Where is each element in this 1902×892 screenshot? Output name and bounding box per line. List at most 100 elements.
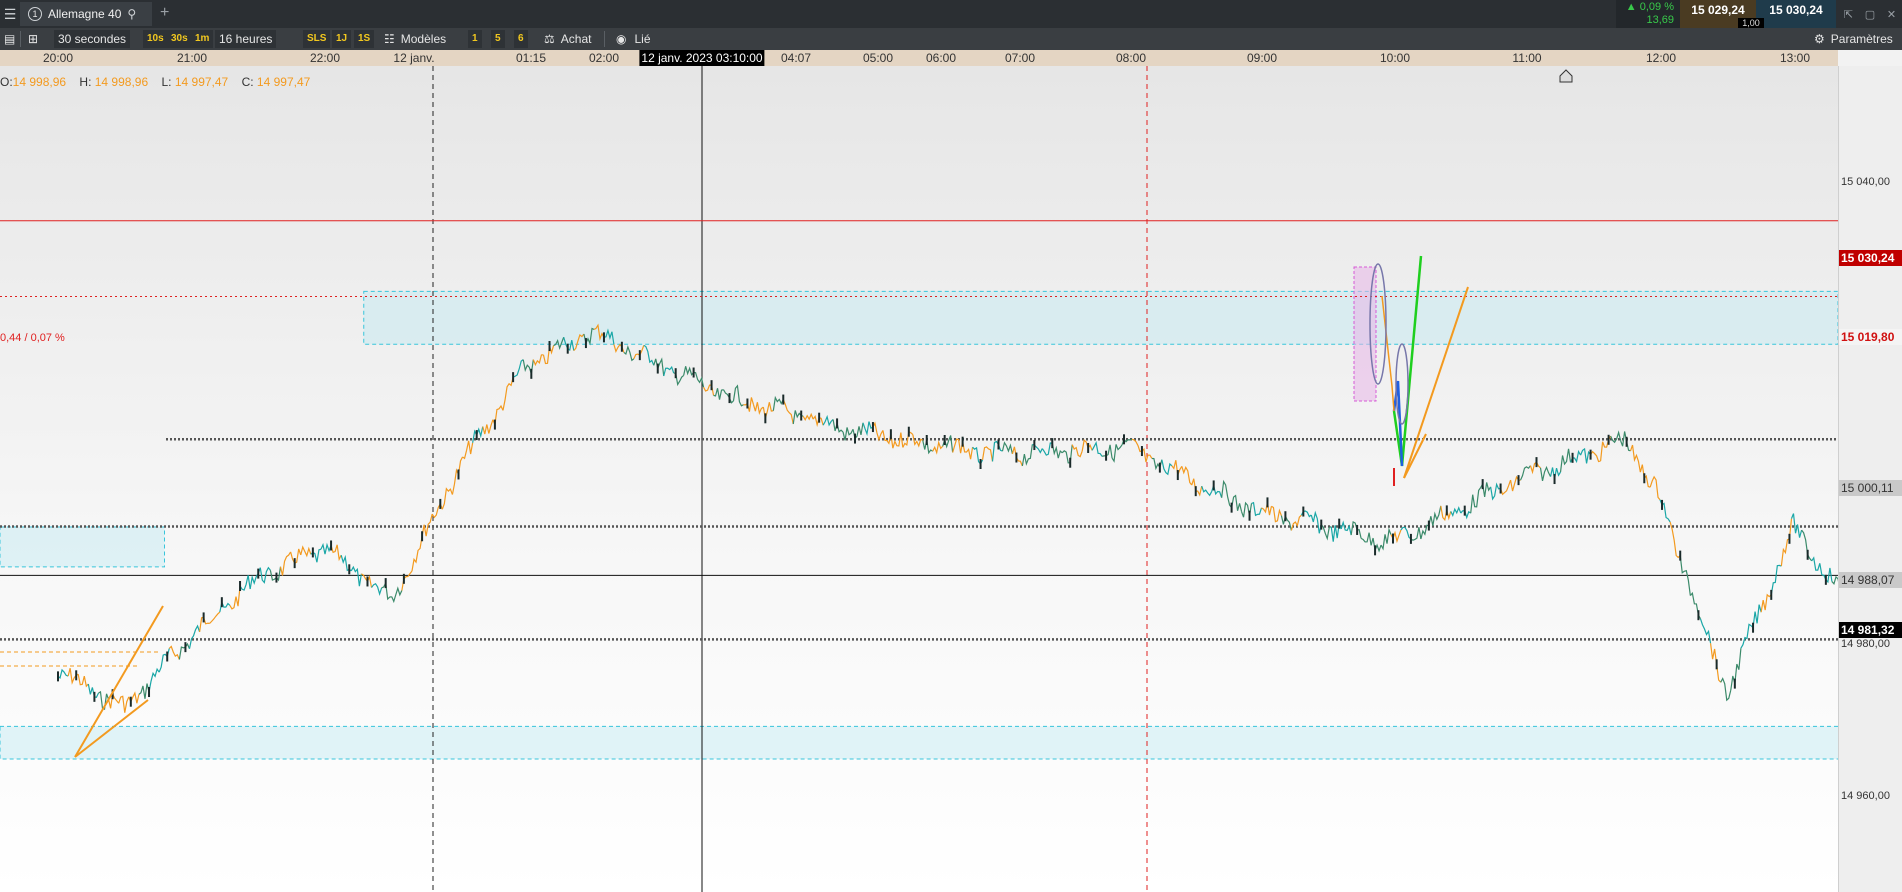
price-series-line [279, 551, 292, 576]
open-value: 14 998,96 [12, 75, 67, 89]
cursor-time-label: 12 janv. 2023 03:10:00 [639, 50, 765, 66]
interval-select[interactable]: 30 secondes [54, 30, 131, 48]
linked-button[interactable]: ◉ Lié [616, 28, 651, 50]
price-series-line [118, 695, 130, 713]
price-series-line [209, 611, 221, 624]
menu-icon[interactable]: ☰ [0, 0, 20, 28]
price-series-line [752, 402, 764, 416]
high-value: 14 998,96 [94, 75, 149, 89]
buy-button[interactable]: ⚖ Achat [544, 28, 591, 50]
price-series-line [57, 668, 69, 679]
close-value: 14 997,47 [256, 75, 311, 89]
interval-10s[interactable]: 10s [143, 30, 168, 48]
models-button[interactable]: ☷ Modèles [384, 28, 446, 50]
price-series-line [1620, 431, 1631, 452]
price-series-line [663, 365, 675, 377]
price-series-line [683, 366, 695, 376]
price-series-line [1500, 479, 1512, 496]
price-series-line [87, 683, 99, 699]
layout-6[interactable]: 6 [514, 30, 528, 48]
range-select[interactable]: 16 heures [215, 30, 277, 48]
price-label: 15 040,00 [1841, 176, 1890, 188]
price-series-line [1740, 623, 1752, 649]
price-series-line [1720, 677, 1732, 702]
time-label: 10:00 [1379, 51, 1411, 65]
price-series-line [269, 566, 282, 582]
price-series-line [1709, 643, 1722, 683]
price-series-line [77, 674, 89, 688]
price-series-line [802, 412, 814, 422]
price-series-line [1430, 505, 1442, 526]
price-series-line [1251, 501, 1263, 517]
gear-icon: ⚙ [1814, 32, 1825, 46]
interval-1m[interactable]: 1m [191, 30, 214, 48]
detach-icon[interactable]: ⇱ [1844, 8, 1853, 21]
price-series-line [462, 440, 474, 460]
time-label: 01:15 [515, 51, 547, 65]
add-tab-button[interactable]: + [160, 4, 169, 22]
close-label: C: [241, 75, 254, 89]
layout-5[interactable]: 5 [491, 30, 505, 48]
eye-icon: ◉ [616, 32, 627, 46]
preset-1j[interactable]: 1J [332, 30, 352, 48]
instrument-tab[interactable]: 1 Allemagne 40 ⚲ [20, 2, 152, 26]
price-series-line [713, 388, 724, 400]
price-series-line [1231, 494, 1243, 512]
price-series-line [178, 642, 191, 660]
price-series-line [371, 582, 383, 596]
price-series-line [1410, 527, 1422, 541]
price-series-line [1539, 465, 1552, 482]
current-price-tag: 15 030,24 [1839, 250, 1902, 266]
layout-grid-icon[interactable]: ⊞ [28, 28, 38, 50]
time-label: 02:00 [588, 51, 620, 65]
search-icon[interactable]: ⚲ [127, 7, 136, 21]
price-series-line [1669, 521, 1681, 559]
price-series-line [421, 513, 433, 537]
price-series-line [1760, 593, 1772, 613]
price-series-line [391, 586, 403, 604]
price-series-line [1559, 448, 1572, 473]
price-axis[interactable]: 15 040,00 14 980,00 14 960,00 15 030,24 … [1838, 66, 1902, 892]
price-series-line [300, 545, 312, 558]
level-distance-label: 0,44 / 0,07 % [0, 332, 65, 344]
price-chart[interactable]: O:14 998,96 H: 14 998,96 L: 14 997,47 C:… [0, 66, 1838, 892]
price-series-line [782, 399, 794, 425]
price-series-line [772, 395, 784, 411]
layout-1[interactable]: 1 [468, 30, 482, 48]
price-series-line [441, 487, 453, 510]
high-label: H: [79, 75, 92, 89]
time-label: 07:00 [1004, 51, 1036, 65]
pattern-box [1353, 266, 1377, 402]
interval-30s[interactable]: 30s [167, 30, 192, 48]
price-series-line [623, 345, 635, 362]
restore-icon[interactable]: ▢ [1865, 8, 1875, 21]
price-series-line [962, 441, 974, 460]
close-icon[interactable]: ✕ [1887, 8, 1896, 21]
price-series-line [1629, 444, 1641, 473]
chart-canvas[interactable] [0, 66, 1838, 892]
time-axis: 20:00 21:00 22:00 12 janv. 01:15 02:00 0… [0, 50, 1838, 67]
time-label: 22:00 [309, 51, 341, 65]
change-percent: ▲ 0,09 % [1625, 1, 1674, 13]
daily-change: ▲ 0,09 % 13,69 [1616, 0, 1680, 28]
params-button[interactable]: ⚙ Paramètres [1814, 28, 1893, 50]
top-bar: ☰ 1 Allemagne 40 ⚲ + ▲ 0,09 % 13,69 15 0… [0, 0, 1902, 29]
price-series-line [320, 542, 332, 555]
low-label: L: [161, 75, 172, 89]
buy-price-button[interactable]: 15 030,24 [1756, 0, 1836, 28]
price-series-line [1380, 527, 1392, 551]
price-label: 14 980,00 [1841, 638, 1890, 650]
list-icon[interactable]: ▤ [4, 28, 15, 50]
price-series-line [1201, 485, 1213, 497]
preset-sls[interactable]: SLS [303, 30, 331, 48]
models-label: Modèles [400, 32, 447, 46]
preset-1s[interactable]: 1S [354, 30, 375, 48]
params-label: Paramètres [1830, 32, 1893, 46]
price-series-line [1649, 475, 1661, 501]
price-series-line [1271, 505, 1282, 523]
support-resistance-zone [0, 526, 165, 568]
price-series-line [502, 376, 514, 411]
price-label: 14 960,00 [1841, 790, 1890, 802]
gray-level-tag: 15 000,11 [1839, 480, 1902, 496]
price-series-line [532, 354, 544, 367]
